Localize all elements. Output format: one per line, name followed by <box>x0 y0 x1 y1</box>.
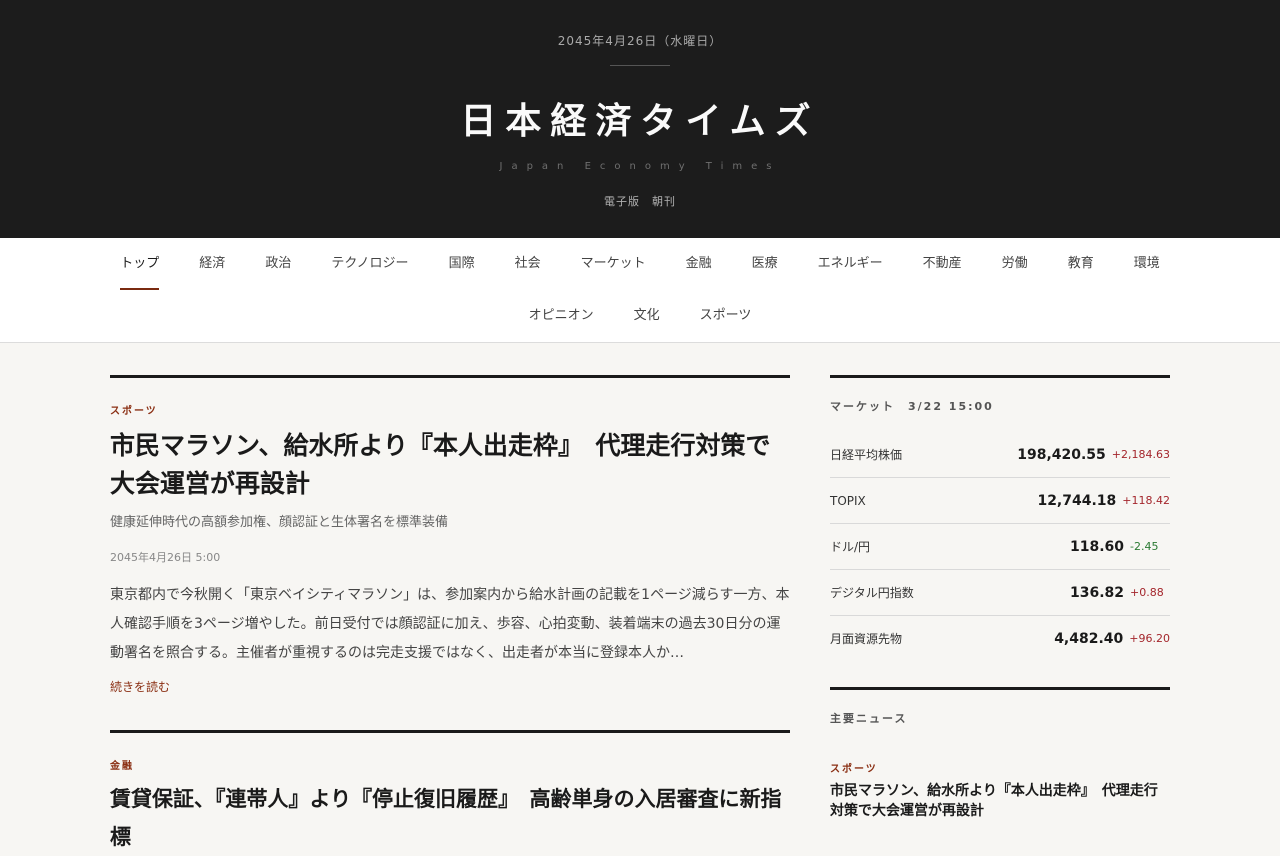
article-deck: 健康延伸時代の高額参加権、顔認証と生体署名を標準装備 <box>110 515 449 530</box>
nav-tab[interactable]: 社会 <box>495 238 561 290</box>
nav-tab[interactable]: 教育 <box>1048 238 1114 290</box>
market-change: +96.20 <box>1129 632 1170 645</box>
market-row[interactable]: TOPIX 12,744.18 +118.42 <box>830 478 1170 524</box>
nav-tab[interactable]: 医療 <box>732 238 798 290</box>
market-name: ドル/円 <box>830 540 871 554</box>
news-category: スポーツ <box>830 764 878 775</box>
market-row[interactable]: ドル/円 118.60 -2.45 <box>830 524 1170 570</box>
article-timestamp: 2045年4月26日 5:00 <box>110 551 221 564</box>
article-category[interactable]: 金融 <box>110 757 790 772</box>
masthead: 2045年4月26日（水曜日） 日本経済タイムズ Japan Economy T… <box>0 0 1280 238</box>
category-nav: トップ 経済 政治 テクノロジー 国際 社会 マーケット 金融 医療 エネルギー 不動産 労働 教育 環境… <box>0 238 1280 343</box>
market-change: -2.45 <box>1130 540 1159 553</box>
market-name: デジタル円指数 <box>830 586 914 600</box>
market-change: +0.88 <box>1130 586 1164 599</box>
main-column: スポーツ 市民マラソン、給水所より『本人出走枠』 代理走行対策で大会運営が再設計… <box>110 375 790 856</box>
market-value: 12,744.18 <box>1037 492 1117 509</box>
masthead-divider <box>610 65 670 66</box>
market-change: +2,184.63 <box>1111 448 1170 461</box>
masthead-date: 2045年4月26日（水曜日） <box>557 34 723 48</box>
nav-row-primary: トップ 経済 政治 テクノロジー 国際 社会 マーケット 金融 医療 エネルギー 不動産 労働 教育 環境 <box>0 238 1280 290</box>
top-news-list: スポーツ市民マラソン、給水所より『本人出走枠』 代理走行対策で大会運営が再設計 <box>830 760 1170 821</box>
article-category[interactable]: スポーツ <box>110 402 790 417</box>
secondary-article: 金融 賃貸保証、『連帯人』より『停止復旧履歴』 高齢単身の入居審査に新指標 <box>110 730 790 856</box>
nav-tab[interactable]: 文化 <box>614 290 680 342</box>
nav-tab[interactable]: 経済 <box>179 238 245 290</box>
market-panel: マーケット 3/22 15:00 日経平均株価 198,420.55 +2,184.… <box>830 375 1170 661</box>
nav-tab[interactable]: トップ <box>100 238 179 290</box>
nav-tab[interactable]: マーケット <box>561 238 666 290</box>
market-value: 198,420.55 <box>1017 446 1106 463</box>
market-name: TOPIX <box>830 493 866 508</box>
nav-tab[interactable]: 環境 <box>1114 238 1180 290</box>
read-more-link[interactable]: 続きを読む <box>110 678 170 695</box>
market-value: 4,482.40 <box>1054 630 1124 647</box>
nav-tab[interactable]: 労働 <box>982 238 1048 290</box>
edition-label: 電子版 朝刊 <box>604 195 676 208</box>
nav-tab[interactable]: 国際 <box>429 238 495 290</box>
market-name: 月面資源先物 <box>830 632 903 646</box>
news-title[interactable]: 市民マラソン、給水所より『本人出走枠』 代理走行対策で大会運営が再設計 <box>830 781 1170 821</box>
sidebar: マーケット 3/22 15:00 日経平均株価 198,420.55 +2,184.… <box>830 375 1170 821</box>
nav-tab[interactable]: オピニオン <box>509 290 614 342</box>
market-change: +118.42 <box>1122 494 1170 507</box>
nav-row-secondary: オピニオン 文化 スポーツ <box>0 290 1280 342</box>
market-row[interactable]: 日経平均株価 198,420.55 +2,184.63 <box>830 432 1170 478</box>
market-row[interactable]: 月面資源先物 4,482.40 +96.20 <box>830 616 1170 661</box>
market-panel-title: マーケット 3/22 15:00 <box>830 400 994 413</box>
market-name: 日経平均株価 <box>830 448 903 462</box>
nav-tab[interactable]: スポーツ <box>680 290 772 342</box>
top-news-panel: 主要ニュース スポーツ市民マラソン、給水所より『本人出走枠』 代理走行対策で大会… <box>830 687 1170 821</box>
nav-tab[interactable]: テクノロジー <box>311 238 428 290</box>
market-list: 日経平均株価 198,420.55 +2,184.63 TOPIX 12,744.18 +… <box>830 432 1170 661</box>
nav-tab[interactable]: 不動産 <box>903 238 982 290</box>
top-news-title: 主要ニュース <box>830 712 908 725</box>
market-row[interactable]: デジタル円指数 136.82 +0.88 <box>830 570 1170 616</box>
top-news-item[interactable]: スポーツ市民マラソン、給水所より『本人出走枠』 代理走行対策で大会運営が再設計 <box>830 760 1170 821</box>
nav-tab[interactable]: 政治 <box>245 238 311 290</box>
nav-tab[interactable]: エネルギー <box>798 238 903 290</box>
market-value: 118.60 <box>1069 538 1124 555</box>
lead-article: スポーツ 市民マラソン、給水所より『本人出走枠』 代理走行対策で大会運営が再設計… <box>110 375 790 695</box>
article-body: 東京都内で今秋開く「東京ベイシティマラソン」は、参加案内から給水計画の記載を1ペ… <box>110 587 790 661</box>
article-headline[interactable]: 市民マラソン、給水所より『本人出走枠』 代理走行対策で大会運営が再設計 <box>110 427 790 503</box>
article-headline[interactable]: 賃貸保証、『連帯人』より『停止復旧履歴』 高齢単身の入居審査に新指標 <box>110 780 790 856</box>
site-subtitle: Japan Economy Times <box>499 161 781 172</box>
nav-tab[interactable]: 金融 <box>666 238 732 290</box>
market-value: 136.82 <box>1069 584 1124 601</box>
site-title[interactable]: 日本経済タイムズ <box>0 92 1280 144</box>
